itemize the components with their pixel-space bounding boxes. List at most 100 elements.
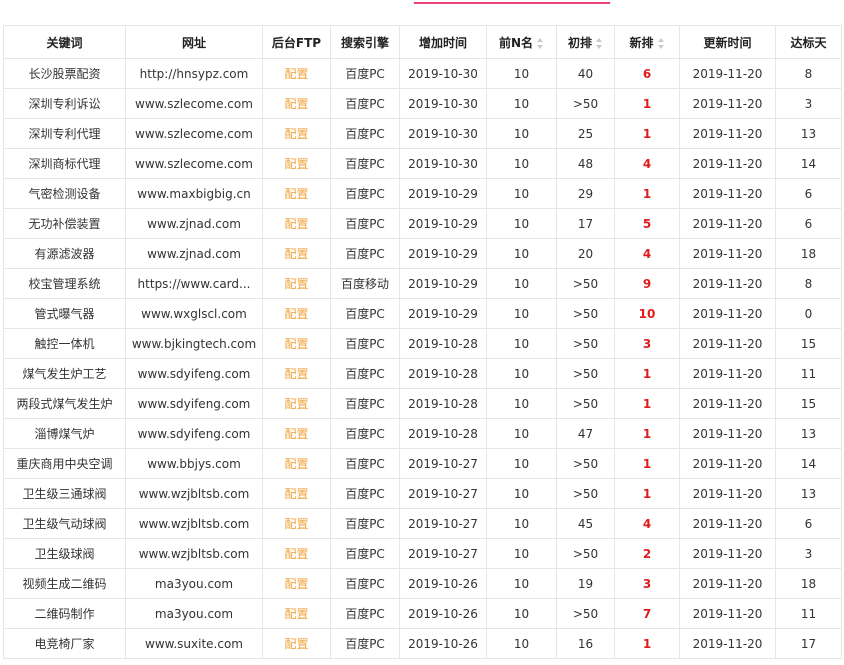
table-row: 深圳商标代理 www.szlecome.com 配置 百度PC 2019-10-30 10…: [3, 148, 842, 179]
table-row: 淄博煤气炉 www.sdyifeng.com 配置 百度PC 2019-10-28 10 4…: [3, 418, 842, 449]
top-n-cell: 10: [486, 178, 557, 209]
engine-cell: 百度PC: [330, 538, 400, 569]
url-cell: www.szlecome.com: [125, 88, 263, 119]
engine-cell: 百度PC: [330, 178, 400, 209]
config-link[interactable]: 配置: [262, 628, 331, 659]
updated-date-cell: 2019-11-20: [679, 418, 776, 449]
config-link[interactable]: 配置: [262, 448, 331, 479]
table-row: 卫生级球阀 www.wzjbltsb.com 配置 百度PC 2019-10-27 10 >…: [3, 538, 842, 569]
config-link[interactable]: 配置: [262, 358, 331, 389]
table-row: 视频生成二维码 ma3you.com 配置 百度PC 2019-10-26 10 19 3 20…: [3, 568, 842, 599]
top-n-cell: 10: [486, 268, 557, 299]
engine-cell: 百度PC: [330, 148, 400, 179]
initial-rank-cell: >50: [556, 268, 615, 299]
sort-icon[interactable]: [537, 37, 544, 49]
sort-icon[interactable]: [657, 37, 665, 49]
config-link[interactable]: 配置: [262, 478, 331, 509]
config-link[interactable]: 配置: [262, 388, 331, 419]
url-cell: www.wzjbltsb.com: [125, 538, 263, 569]
added-date-cell: 2019-10-29: [399, 238, 487, 269]
table-row: 卫生级三通球阀 www.wzjbltsb.com 配置 百度PC 2019-10-27 1…: [3, 478, 842, 509]
added-date-cell: 2019-10-28: [399, 358, 487, 389]
url-cell: www.bbjys.com: [125, 448, 263, 479]
config-link[interactable]: 配置: [262, 568, 331, 599]
url-cell: www.wzjbltsb.com: [125, 508, 263, 539]
config-link[interactable]: 配置: [262, 508, 331, 539]
initial-rank-cell: >50: [556, 598, 615, 629]
config-link[interactable]: 配置: [262, 238, 331, 269]
config-link[interactable]: 配置: [262, 418, 331, 449]
days-met-cell: 8: [775, 58, 842, 89]
top-n-cell: 10: [486, 418, 557, 449]
keyword-cell: 淄博煤气炉: [3, 418, 126, 449]
keyword-cell: 长沙股票配资: [3, 58, 126, 89]
new-rank-cell: 1: [614, 358, 680, 389]
table-row: 煤气发生炉工艺 www.sdyifeng.com 配置 百度PC 2019-10-28 1…: [3, 358, 842, 389]
updated-date-cell: 2019-11-20: [679, 508, 776, 539]
initial-rank-cell: >50: [556, 358, 615, 389]
table-row: 电竞椅厂家 www.suxite.com 配置 百度PC 2019-10-26 10 16 1…: [3, 628, 842, 659]
new-rank-cell: 1: [614, 118, 680, 149]
config-link[interactable]: 配置: [262, 268, 331, 299]
keyword-cell: 校宝管理系统: [3, 268, 126, 299]
url-cell: www.bjkingtech.com: [125, 328, 263, 359]
table-row: 管式曝气器 www.wxglscl.com 配置 百度PC 2019-10-29 10 >5…: [3, 298, 842, 329]
top-n-cell: 10: [486, 628, 557, 659]
col-top-n[interactable]: 前N名: [486, 25, 557, 59]
initial-rank-cell: >50: [556, 328, 615, 359]
new-rank-cell: 1: [614, 448, 680, 479]
added-date-cell: 2019-10-27: [399, 448, 487, 479]
days-met-cell: 18: [775, 568, 842, 599]
engine-cell: 百度PC: [330, 628, 400, 659]
config-link[interactable]: 配置: [262, 538, 331, 569]
url-cell: https://www.card...: [125, 268, 263, 299]
new-rank-cell: 5: [614, 208, 680, 239]
days-met-cell: 15: [775, 328, 842, 359]
keyword-cell: 卫生级球阀: [3, 538, 126, 569]
added-date-cell: 2019-10-27: [399, 538, 487, 569]
keyword-cell: 二维码制作: [3, 598, 126, 629]
days-met-cell: 14: [775, 448, 842, 479]
added-date-cell: 2019-10-30: [399, 58, 487, 89]
new-rank-cell: 2: [614, 538, 680, 569]
url-cell: www.zjnad.com: [125, 208, 263, 239]
config-link[interactable]: 配置: [262, 88, 331, 119]
initial-rank-cell: 17: [556, 208, 615, 239]
initial-rank-cell: >50: [556, 388, 615, 419]
added-date-cell: 2019-10-26: [399, 568, 487, 599]
col-added-date: 增加时间: [399, 25, 487, 59]
added-date-cell: 2019-10-28: [399, 328, 487, 359]
days-met-cell: 11: [775, 598, 842, 629]
col-new-rank[interactable]: 新排: [614, 25, 680, 59]
top-n-cell: 10: [486, 328, 557, 359]
config-link[interactable]: 配置: [262, 298, 331, 329]
table-header-row: 关键词 网址 后台FTP 搜索引擎 增加时间 前N名 初排 新排 更新时间 达标…: [3, 25, 842, 59]
config-link[interactable]: 配置: [262, 148, 331, 179]
updated-date-cell: 2019-11-20: [679, 538, 776, 569]
table-row: 重庆商用中央空调 www.bbjys.com 配置 百度PC 2019-10-27 10 >…: [3, 448, 842, 479]
config-link[interactable]: 配置: [262, 208, 331, 239]
table-row: 深圳专利代理 www.szlecome.com 配置 百度PC 2019-10-30 10…: [3, 118, 842, 149]
url-cell: ma3you.com: [125, 568, 263, 599]
days-met-cell: 18: [775, 238, 842, 269]
config-link[interactable]: 配置: [262, 58, 331, 89]
keyword-cell: 视频生成二维码: [3, 568, 126, 599]
config-link[interactable]: 配置: [262, 598, 331, 629]
updated-date-cell: 2019-11-20: [679, 328, 776, 359]
updated-date-cell: 2019-11-20: [679, 238, 776, 269]
updated-date-cell: 2019-11-20: [679, 178, 776, 209]
updated-date-cell: 2019-11-20: [679, 628, 776, 659]
days-met-cell: 8: [775, 268, 842, 299]
config-link[interactable]: 配置: [262, 328, 331, 359]
engine-cell: 百度PC: [330, 88, 400, 119]
config-link[interactable]: 配置: [262, 178, 331, 209]
added-date-cell: 2019-10-27: [399, 478, 487, 509]
engine-cell: 百度PC: [330, 208, 400, 239]
sort-icon[interactable]: [596, 37, 603, 49]
config-link[interactable]: 配置: [262, 118, 331, 149]
col-initial-rank[interactable]: 初排: [556, 25, 615, 59]
engine-cell: 百度PC: [330, 568, 400, 599]
keyword-cell: 无功补偿装置: [3, 208, 126, 239]
added-date-cell: 2019-10-28: [399, 418, 487, 449]
table-row: 无功补偿装置 www.zjnad.com 配置 百度PC 2019-10-29 10 17 5…: [3, 208, 842, 239]
